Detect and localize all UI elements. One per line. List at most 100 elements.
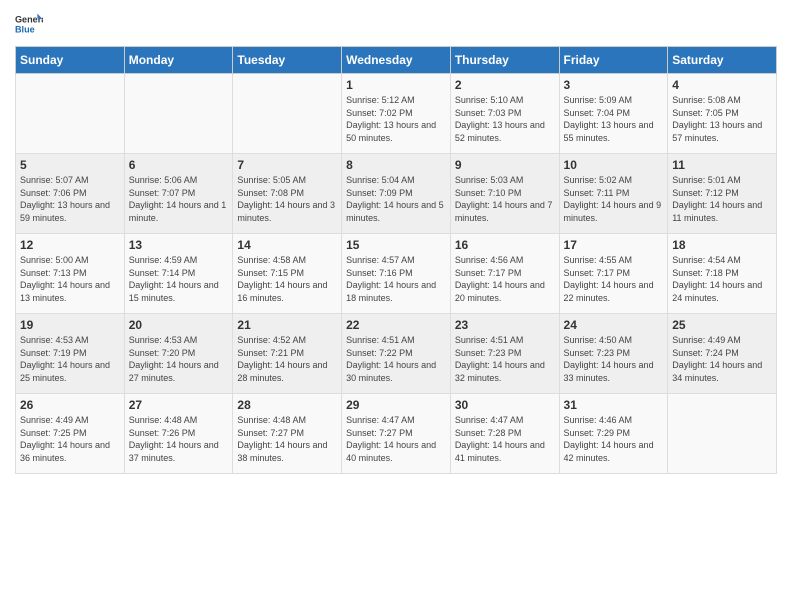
day-detail: Sunrise: 4:57 AM Sunset: 7:16 PM Dayligh… bbox=[346, 254, 446, 304]
calendar-cell: 31 Sunrise: 4:46 AM Sunset: 7:29 PM Dayli… bbox=[559, 394, 668, 474]
calendar-cell: 4 Sunrise: 5:08 AM Sunset: 7:05 PM Daylig… bbox=[668, 74, 777, 154]
day-detail: Sunrise: 4:49 AM Sunset: 7:24 PM Dayligh… bbox=[672, 334, 772, 384]
weekday-header: Tuesday bbox=[233, 47, 342, 74]
calendar-cell: 19 Sunrise: 4:53 AM Sunset: 7:19 PM Dayli… bbox=[16, 314, 125, 394]
day-number: 14 bbox=[237, 238, 337, 252]
day-number: 20 bbox=[129, 318, 229, 332]
day-number: 28 bbox=[237, 398, 337, 412]
day-detail: Sunrise: 5:01 AM Sunset: 7:12 PM Dayligh… bbox=[672, 174, 772, 224]
day-number: 12 bbox=[20, 238, 120, 252]
calendar-cell: 25Sunrise: 4:49 AM Sunset: 7:24 PM Dayli… bbox=[668, 314, 777, 394]
calendar-cell: 17Sunrise: 4:55 AM Sunset: 7:17 PM Dayli… bbox=[559, 234, 668, 314]
day-detail: Sunrise: 4:46 AM Sunset: 7:29 PM Dayligh… bbox=[564, 414, 664, 464]
day-number: 2 bbox=[455, 78, 555, 92]
day-detail: Sunrise: 5:00 AM Sunset: 7:13 PM Dayligh… bbox=[20, 254, 120, 304]
day-detail: Sunrise: 4:56 AM Sunset: 7:17 PM Dayligh… bbox=[455, 254, 555, 304]
day-detail: Sunrise: 5:02 AM Sunset: 7:11 PM Dayligh… bbox=[564, 174, 664, 224]
day-detail: Sunrise: 4:49 AM Sunset: 7:25 PM Dayligh… bbox=[20, 414, 120, 464]
calendar-cell: 11 Sunrise: 5:01 AM Sunset: 7:12 PM Dayli… bbox=[668, 154, 777, 234]
day-number: 11 bbox=[672, 158, 772, 172]
calendar-cell: 21Sunrise: 4:52 AM Sunset: 7:21 PM Dayli… bbox=[233, 314, 342, 394]
svg-text:Blue: Blue bbox=[15, 24, 35, 34]
calendar-cell: 12 Sunrise: 5:00 AM Sunset: 7:13 PM Dayli… bbox=[16, 234, 125, 314]
calendar-week-row: 19 Sunrise: 4:53 AM Sunset: 7:19 PM Dayli… bbox=[16, 314, 777, 394]
day-number: 23 bbox=[455, 318, 555, 332]
calendar-table: SundayMondayTuesdayWednesdayThursdayFrid… bbox=[15, 46, 777, 474]
calendar-cell: 28 Sunrise: 4:48 AM Sunset: 7:27 PM Dayli… bbox=[233, 394, 342, 474]
day-number: 9 bbox=[455, 158, 555, 172]
day-detail: Sunrise: 4:55 AM Sunset: 7:17 PM Dayligh… bbox=[564, 254, 664, 304]
calendar-cell: 13 Sunrise: 4:59 AM Sunset: 7:14 PM Dayli… bbox=[124, 234, 233, 314]
logo-icon: General Blue bbox=[15, 10, 43, 38]
day-number: 24 bbox=[564, 318, 664, 332]
day-number: 31 bbox=[564, 398, 664, 412]
day-number: 4 bbox=[672, 78, 772, 92]
day-detail: Sunrise: 4:51 AM Sunset: 7:23 PM Dayligh… bbox=[455, 334, 555, 384]
logo: General Blue bbox=[15, 10, 47, 38]
day-detail: Sunrise: 5:05 AM Sunset: 7:08 PM Dayligh… bbox=[237, 174, 337, 224]
day-detail: Sunrise: 5:08 AM Sunset: 7:05 PM Dayligh… bbox=[672, 94, 772, 144]
day-number: 16 bbox=[455, 238, 555, 252]
day-number: 13 bbox=[129, 238, 229, 252]
day-detail: Sunrise: 4:59 AM Sunset: 7:14 PM Dayligh… bbox=[129, 254, 229, 304]
day-detail: Sunrise: 4:47 AM Sunset: 7:28 PM Dayligh… bbox=[455, 414, 555, 464]
calendar-body: 1Sunrise: 5:12 AM Sunset: 7:02 PM Daylig… bbox=[16, 74, 777, 474]
day-number: 6 bbox=[129, 158, 229, 172]
calendar-week-row: 12 Sunrise: 5:00 AM Sunset: 7:13 PM Dayli… bbox=[16, 234, 777, 314]
day-detail: Sunrise: 4:53 AM Sunset: 7:20 PM Dayligh… bbox=[129, 334, 229, 384]
calendar-cell: 23 Sunrise: 4:51 AM Sunset: 7:23 PM Dayli… bbox=[450, 314, 559, 394]
day-number: 10 bbox=[564, 158, 664, 172]
day-number: 18 bbox=[672, 238, 772, 252]
calendar-cell: 7 Sunrise: 5:05 AM Sunset: 7:08 PM Daylig… bbox=[233, 154, 342, 234]
day-number: 30 bbox=[455, 398, 555, 412]
calendar-cell: 27Sunrise: 4:48 AM Sunset: 7:26 PM Dayli… bbox=[124, 394, 233, 474]
calendar-cell: 14 Sunrise: 4:58 AM Sunset: 7:15 PM Dayli… bbox=[233, 234, 342, 314]
calendar-cell: 30 Sunrise: 4:47 AM Sunset: 7:28 PM Dayli… bbox=[450, 394, 559, 474]
calendar-header: SundayMondayTuesdayWednesdayThursdayFrid… bbox=[16, 47, 777, 74]
calendar-cell: 29Sunrise: 4:47 AM Sunset: 7:27 PM Dayli… bbox=[342, 394, 451, 474]
day-detail: Sunrise: 4:54 AM Sunset: 7:18 PM Dayligh… bbox=[672, 254, 772, 304]
day-detail: Sunrise: 5:07 AM Sunset: 7:06 PM Dayligh… bbox=[20, 174, 120, 224]
calendar-cell: 3Sunrise: 5:09 AM Sunset: 7:04 PM Daylig… bbox=[559, 74, 668, 154]
calendar-cell: 15Sunrise: 4:57 AM Sunset: 7:16 PM Dayli… bbox=[342, 234, 451, 314]
day-detail: Sunrise: 4:50 AM Sunset: 7:23 PM Dayligh… bbox=[564, 334, 664, 384]
day-number: 8 bbox=[346, 158, 446, 172]
day-detail: Sunrise: 5:03 AM Sunset: 7:10 PM Dayligh… bbox=[455, 174, 555, 224]
calendar-cell: 2Sunrise: 5:10 AM Sunset: 7:03 PM Daylig… bbox=[450, 74, 559, 154]
calendar-cell bbox=[233, 74, 342, 154]
calendar-cell: 6 Sunrise: 5:06 AM Sunset: 7:07 PM Daylig… bbox=[124, 154, 233, 234]
calendar-week-row: 26 Sunrise: 4:49 AM Sunset: 7:25 PM Dayli… bbox=[16, 394, 777, 474]
calendar-cell bbox=[16, 74, 125, 154]
day-detail: Sunrise: 4:51 AM Sunset: 7:22 PM Dayligh… bbox=[346, 334, 446, 384]
day-number: 26 bbox=[20, 398, 120, 412]
calendar-cell: 20 Sunrise: 4:53 AM Sunset: 7:20 PM Dayli… bbox=[124, 314, 233, 394]
day-detail: Sunrise: 4:48 AM Sunset: 7:27 PM Dayligh… bbox=[237, 414, 337, 464]
weekday-header: Wednesday bbox=[342, 47, 451, 74]
day-detail: Sunrise: 5:04 AM Sunset: 7:09 PM Dayligh… bbox=[346, 174, 446, 224]
calendar-cell: 1Sunrise: 5:12 AM Sunset: 7:02 PM Daylig… bbox=[342, 74, 451, 154]
weekday-header: Friday bbox=[559, 47, 668, 74]
weekday-header: Saturday bbox=[668, 47, 777, 74]
calendar-cell bbox=[668, 394, 777, 474]
weekday-header: Monday bbox=[124, 47, 233, 74]
day-number: 7 bbox=[237, 158, 337, 172]
day-detail: Sunrise: 5:06 AM Sunset: 7:07 PM Dayligh… bbox=[129, 174, 229, 224]
weekday-header: Sunday bbox=[16, 47, 125, 74]
calendar-cell: 18 Sunrise: 4:54 AM Sunset: 7:18 PM Dayli… bbox=[668, 234, 777, 314]
calendar-cell: 9 Sunrise: 5:03 AM Sunset: 7:10 PM Daylig… bbox=[450, 154, 559, 234]
calendar-cell: 24 Sunrise: 4:50 AM Sunset: 7:23 PM Dayli… bbox=[559, 314, 668, 394]
calendar-cell: 8 Sunrise: 5:04 AM Sunset: 7:09 PM Daylig… bbox=[342, 154, 451, 234]
day-number: 1 bbox=[346, 78, 446, 92]
day-number: 22 bbox=[346, 318, 446, 332]
day-detail: Sunrise: 4:48 AM Sunset: 7:26 PM Dayligh… bbox=[129, 414, 229, 464]
calendar-cell: 26 Sunrise: 4:49 AM Sunset: 7:25 PM Dayli… bbox=[16, 394, 125, 474]
calendar-cell: 10 Sunrise: 5:02 AM Sunset: 7:11 PM Dayli… bbox=[559, 154, 668, 234]
calendar-cell: 22 Sunrise: 4:51 AM Sunset: 7:22 PM Dayli… bbox=[342, 314, 451, 394]
day-number: 3 bbox=[564, 78, 664, 92]
day-detail: Sunrise: 4:58 AM Sunset: 7:15 PM Dayligh… bbox=[237, 254, 337, 304]
day-detail: Sunrise: 4:53 AM Sunset: 7:19 PM Dayligh… bbox=[20, 334, 120, 384]
day-number: 5 bbox=[20, 158, 120, 172]
header-row: SundayMondayTuesdayWednesdayThursdayFrid… bbox=[16, 47, 777, 74]
day-number: 19 bbox=[20, 318, 120, 332]
calendar-week-row: 1Sunrise: 5:12 AM Sunset: 7:02 PM Daylig… bbox=[16, 74, 777, 154]
